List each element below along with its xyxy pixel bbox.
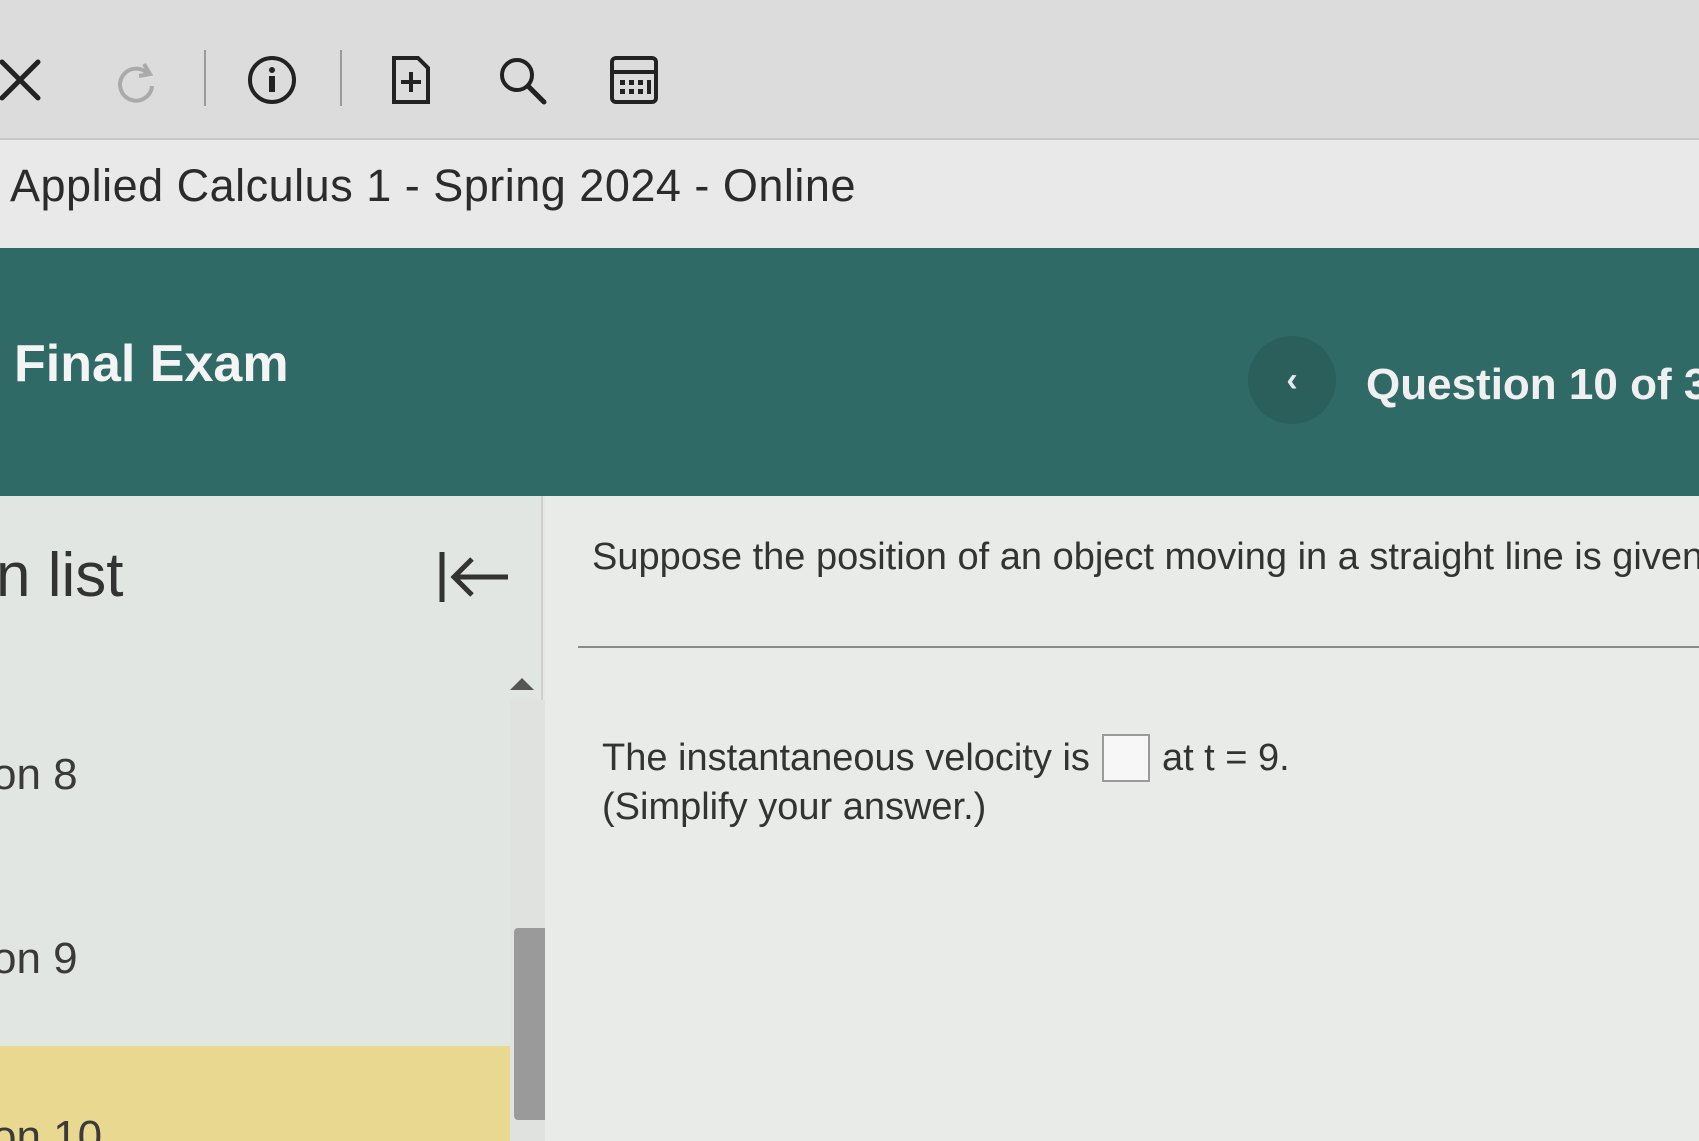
question-list-item-9[interactable]: on 9 (0, 934, 78, 984)
course-title: Applied Calculus 1 - Spring 2024 - Onlin… (10, 160, 856, 211)
question-list-title: n list (0, 541, 124, 610)
answer-line: The instantaneous velocity is at t = 9. (602, 734, 1290, 782)
close-icon[interactable] (0, 52, 50, 108)
chevron-left-icon: ‹ (1286, 360, 1298, 399)
answer-suffix: at t = 9. (1161, 736, 1290, 779)
scroll-up-arrow-icon[interactable] (510, 678, 534, 690)
toolbar-separator (204, 50, 206, 106)
search-icon[interactable] (494, 52, 550, 108)
question-list-item-8[interactable]: on 8 (0, 750, 78, 800)
calculator-icon[interactable] (606, 52, 662, 108)
toolbar-separator (340, 50, 342, 106)
answer-hint: (Simplify your answer.) (602, 786, 987, 828)
toolbar (0, 0, 1699, 140)
question-prompt: Suppose the position of an object moving… (592, 536, 1699, 578)
previous-question-button[interactable]: ‹ (1248, 336, 1336, 424)
answer-prefix: The instantaneous velocity is (602, 736, 1090, 779)
question-counter: Question 10 of 3 (1366, 360, 1699, 409)
redo-icon[interactable] (108, 52, 164, 108)
collapse-panel-button[interactable] (436, 542, 516, 612)
exam-title: Final Exam (14, 335, 289, 393)
add-note-icon[interactable] (382, 52, 438, 108)
collapse-arrow-icon (439, 552, 508, 602)
answer-input[interactable] (1101, 734, 1150, 782)
question-list-item-10[interactable]: on 10 (0, 1112, 102, 1141)
question-divider (578, 646, 1699, 648)
info-icon[interactable] (244, 52, 300, 108)
